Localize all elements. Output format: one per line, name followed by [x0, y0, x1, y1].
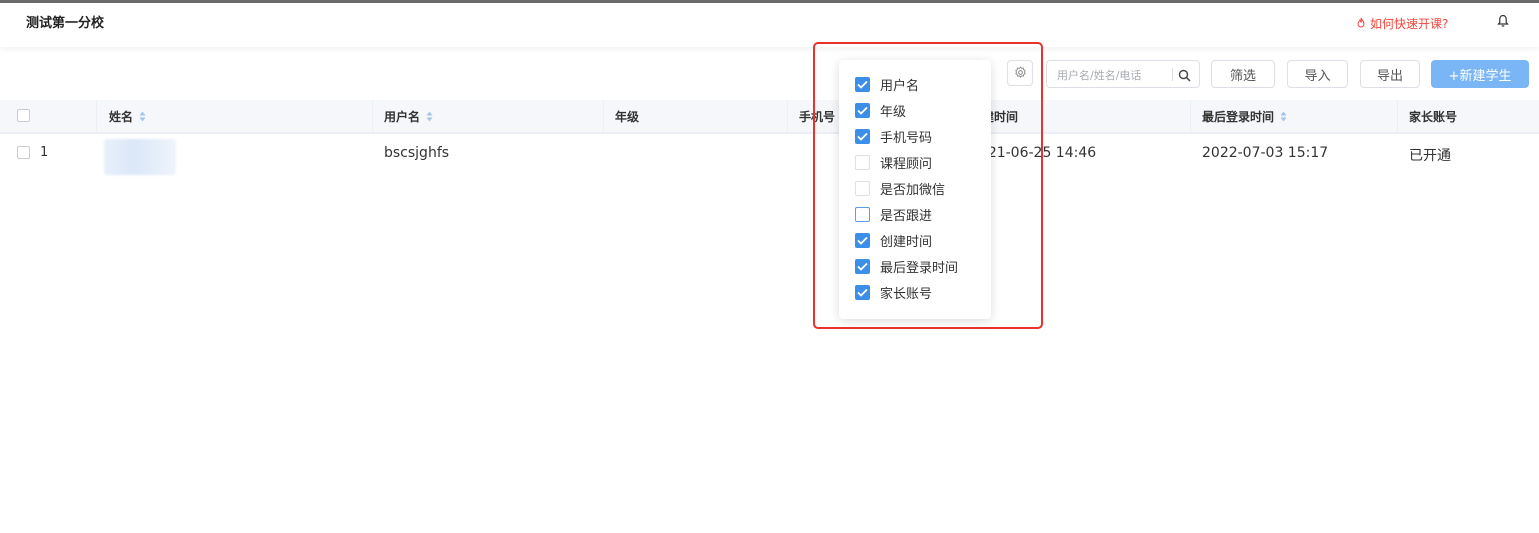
column-header-name[interactable]: 姓名 — [109, 108, 146, 125]
column-header-name-label: 姓名 — [109, 110, 134, 124]
column-divider — [1397, 100, 1398, 132]
new-student-button[interactable]: +新建学生 — [1431, 60, 1529, 88]
column-option-label: 创建时间 — [880, 234, 933, 250]
sort-icon[interactable] — [139, 111, 146, 125]
checkbox-checked-icon[interactable] — [855, 284, 870, 300]
column-option-wechat-added[interactable]: 是否加微信 — [855, 178, 945, 198]
column-divider — [372, 100, 373, 132]
checkbox-checked-icon[interactable] — [855, 258, 870, 274]
top-header: 测试第一分校 如何快速开课? — [0, 3, 1539, 47]
student-name-redacted — [104, 139, 176, 175]
column-option-label: 是否跟进 — [880, 208, 933, 224]
checkbox-unchecked-icon[interactable] — [855, 180, 870, 196]
row-last-login: 2022-07-03 15:17 — [1202, 145, 1329, 161]
help-link-label: 如何快速开课? — [1370, 17, 1449, 31]
checkbox-unchecked-icon[interactable] — [855, 206, 870, 222]
search-box — [1046, 60, 1200, 88]
column-option-followed-up[interactable]: 是否跟进 — [855, 204, 932, 224]
column-header-last-login[interactable]: 最后登录时间 — [1202, 108, 1287, 125]
column-option-phone[interactable]: 手机号码 — [855, 126, 932, 146]
row-checkbox[interactable] — [17, 146, 30, 159]
column-header-username-label: 用户名 — [384, 110, 421, 124]
bell-icon[interactable] — [1497, 13, 1509, 32]
column-option-created-time[interactable]: 创建时间 — [855, 230, 932, 250]
table-header: 姓名 用户名 年级 手机号 创建时间 最后登录时间 家长账号 — [0, 100, 1539, 134]
column-header-phone: 手机号 — [799, 110, 836, 124]
column-divider — [96, 100, 97, 132]
column-option-course-advisor[interactable]: 课程顾问 — [855, 152, 932, 172]
row-username: bscsjghfs — [384, 145, 450, 161]
checkbox-checked-icon[interactable] — [855, 232, 870, 248]
school-name: 测试第一分校 — [26, 16, 105, 31]
column-header-last-login-label: 最后登录时间 — [1202, 110, 1275, 124]
flame-icon — [1356, 17, 1366, 31]
column-divider — [787, 100, 788, 132]
column-option-label: 课程顾问 — [880, 156, 933, 172]
column-header-username[interactable]: 用户名 — [384, 108, 433, 125]
column-divider — [1190, 100, 1191, 132]
filter-button[interactable]: 筛选 — [1211, 60, 1275, 88]
sort-icon[interactable] — [1280, 111, 1287, 125]
checkbox-checked-icon[interactable] — [855, 76, 870, 92]
column-option-label: 用户名 — [880, 78, 920, 94]
column-option-parent-account[interactable]: 家长账号 — [855, 282, 932, 302]
table-row[interactable]: 1 bscsjghfs 2021-06-25 14:46 2022-07-03 … — [0, 134, 1539, 178]
search-input[interactable] — [1055, 65, 1169, 85]
export-button[interactable]: 导出 — [1360, 60, 1420, 88]
column-divider — [603, 100, 604, 132]
select-all-checkbox[interactable] — [17, 109, 30, 122]
search-icon[interactable] — [1178, 67, 1191, 86]
search-divider — [1172, 68, 1173, 81]
column-option-username[interactable]: 用户名 — [855, 74, 919, 94]
column-settings-button[interactable] — [1007, 60, 1033, 86]
column-picker-dropdown: 用户名 年级 手机号码 课程顾问 是否加微信 是否跟进 创建时间 最后登录时间 … — [839, 60, 991, 319]
column-option-label: 年级 — [880, 104, 907, 120]
row-index: 1 — [40, 145, 49, 160]
column-option-label: 最后登录时间 — [880, 260, 959, 276]
column-option-grade[interactable]: 年级 — [855, 100, 906, 120]
column-option-label: 是否加微信 — [880, 182, 946, 198]
gear-icon — [1014, 64, 1027, 83]
column-header-grade: 年级 — [615, 110, 640, 124]
import-button[interactable]: 导入 — [1287, 60, 1348, 88]
column-option-label: 手机号码 — [880, 130, 933, 146]
checkbox-checked-icon[interactable] — [855, 128, 870, 144]
column-option-label: 家长账号 — [880, 286, 933, 302]
column-header-parent-account: 家长账号 — [1409, 110, 1458, 124]
row-parent-account: 已开通 — [1409, 148, 1451, 164]
help-link[interactable]: 如何快速开课? — [1356, 15, 1448, 32]
column-option-last-login[interactable]: 最后登录时间 — [855, 256, 958, 276]
checkbox-checked-icon[interactable] — [855, 102, 870, 118]
checkbox-unchecked-icon[interactable] — [855, 154, 870, 170]
sort-icon[interactable] — [426, 111, 433, 125]
